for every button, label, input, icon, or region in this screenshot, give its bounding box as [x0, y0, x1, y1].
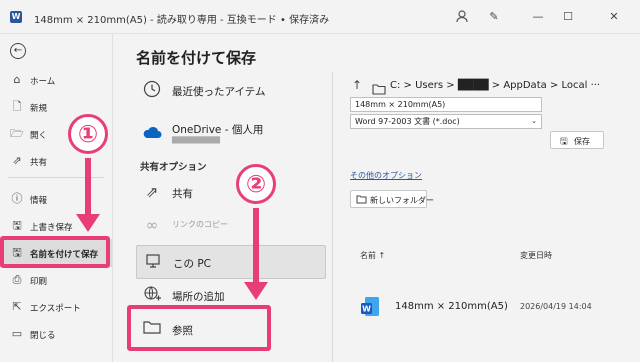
- arrow-step-2: [244, 208, 268, 300]
- annotation-arrows: [76, 158, 268, 300]
- arrow-step-1: [76, 158, 100, 232]
